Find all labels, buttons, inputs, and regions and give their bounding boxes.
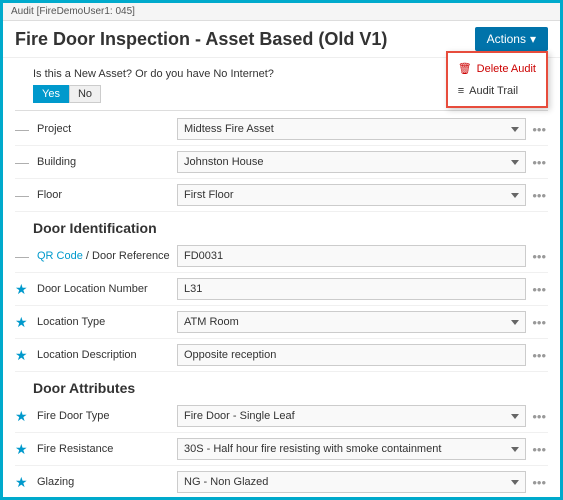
top-bar: Audit [FireDemoUser1: 045] bbox=[3, 3, 560, 21]
fire-resistance-label: Fire Resistance bbox=[33, 443, 173, 455]
building-row: — Building Johnston House ••• bbox=[15, 146, 548, 179]
location-desc-input[interactable] bbox=[177, 344, 526, 366]
fire-resistance-value: 30S - Half hour fire resisting with smok… bbox=[177, 438, 526, 460]
trash-icon: 🗑 bbox=[458, 62, 472, 75]
door-location-input[interactable] bbox=[177, 278, 526, 300]
building-select[interactable]: Johnston House bbox=[177, 151, 526, 173]
location-type-menu[interactable]: ••• bbox=[530, 315, 548, 330]
actions-wrapper: Actions ▾ 🗑 Delete Audit ≡ Audit Trail ← bbox=[475, 27, 548, 51]
location-type-row: ★ Location Type ATM Room ••• bbox=[15, 306, 548, 339]
audit-label: Audit [FireDemoUser1: 045] bbox=[11, 6, 135, 17]
fire-door-type-row: ★ Fire Door Type Fire Door - Single Leaf… bbox=[15, 400, 548, 433]
qrcode-row: — QR Code / Door Reference ••• bbox=[15, 240, 548, 273]
new-asset-no[interactable]: No bbox=[69, 85, 101, 103]
actions-dropdown: 🗑 Delete Audit ≡ Audit Trail bbox=[446, 51, 548, 108]
qrcode-value bbox=[177, 245, 526, 267]
building-dash: — bbox=[15, 154, 29, 170]
fire-resistance-row: ★ Fire Resistance 30S - Half hour fire r… bbox=[15, 433, 548, 466]
location-desc-row: ★ Location Description ••• bbox=[15, 339, 548, 372]
actions-button[interactable]: Actions ▾ 🗑 Delete Audit ≡ Audit Trail bbox=[475, 27, 548, 51]
section-door-attributes: Door Attributes bbox=[15, 372, 548, 400]
floor-value: First Floor bbox=[177, 184, 526, 206]
building-value: Johnston House bbox=[177, 151, 526, 173]
list-icon: ≡ bbox=[458, 85, 464, 97]
floor-label: Floor bbox=[33, 189, 173, 201]
audit-trail-label: Audit Trail bbox=[469, 85, 518, 97]
new-asset-yes[interactable]: Yes bbox=[33, 85, 69, 103]
location-type-select[interactable]: ATM Room bbox=[177, 311, 526, 333]
glazing-select[interactable]: NG - Non Glazed bbox=[177, 471, 526, 493]
project-row: — Project Midtess Fire Asset ••• bbox=[15, 113, 548, 146]
fire-resistance-select[interactable]: 30S - Half hour fire resisting with smok… bbox=[177, 438, 526, 460]
door-location-label: Door Location Number bbox=[33, 283, 173, 295]
floor-menu[interactable]: ••• bbox=[530, 188, 548, 203]
glazing-star: ★ bbox=[15, 474, 29, 491]
door-location-value bbox=[177, 278, 526, 300]
page-title: Fire Door Inspection - Asset Based (Old … bbox=[15, 29, 387, 50]
delete-label: Delete Audit bbox=[477, 63, 536, 75]
actions-label: Actions bbox=[487, 32, 526, 46]
door-location-menu[interactable]: ••• bbox=[530, 282, 548, 297]
delete-audit-item[interactable]: 🗑 Delete Audit bbox=[448, 57, 546, 80]
project-select[interactable]: Midtess Fire Asset bbox=[177, 118, 526, 140]
project-dash: — bbox=[15, 121, 29, 137]
building-menu[interactable]: ••• bbox=[530, 155, 548, 170]
fire-resistance-star: ★ bbox=[15, 441, 29, 458]
section-door-identification: Door Identification bbox=[15, 212, 548, 240]
fire-resistance-menu[interactable]: ••• bbox=[530, 442, 548, 457]
location-desc-star: ★ bbox=[15, 347, 29, 364]
floor-dash: — bbox=[15, 187, 29, 203]
project-menu[interactable]: ••• bbox=[530, 122, 548, 137]
floor-select[interactable]: First Floor bbox=[177, 184, 526, 206]
glazing-row: ★ Glazing NG - Non Glazed ••• bbox=[15, 466, 548, 497]
door-location-star: ★ bbox=[15, 281, 29, 298]
location-type-value: ATM Room bbox=[177, 311, 526, 333]
fire-door-type-value: Fire Door - Single Leaf bbox=[177, 405, 526, 427]
fire-door-type-menu[interactable]: ••• bbox=[530, 409, 548, 424]
glazing-label: Glazing bbox=[33, 476, 173, 488]
location-type-star: ★ bbox=[15, 314, 29, 331]
qrcode-menu[interactable]: ••• bbox=[530, 249, 548, 264]
main-content: Is this a New Asset? Or do you have No I… bbox=[3, 58, 560, 497]
qrcode-dash: — bbox=[15, 248, 29, 264]
building-label: Building bbox=[33, 156, 173, 168]
location-desc-value bbox=[177, 344, 526, 366]
location-desc-label: Location Description bbox=[33, 349, 173, 361]
fire-door-type-label: Fire Door Type bbox=[33, 410, 173, 422]
qrcode-label: QR Code / Door Reference bbox=[33, 250, 173, 262]
fire-door-type-star: ★ bbox=[15, 408, 29, 425]
location-type-label: Location Type bbox=[33, 316, 173, 328]
floor-row: — Floor First Floor ••• bbox=[15, 179, 548, 212]
door-location-row: ★ Door Location Number ••• bbox=[15, 273, 548, 306]
audit-trail-item[interactable]: ≡ Audit Trail bbox=[448, 80, 546, 102]
chevron-down-icon: ▾ bbox=[530, 32, 536, 46]
qrcode-input[interactable] bbox=[177, 245, 526, 267]
location-desc-menu[interactable]: ••• bbox=[530, 348, 548, 363]
project-value: Midtess Fire Asset bbox=[177, 118, 526, 140]
fire-door-type-select[interactable]: Fire Door - Single Leaf bbox=[177, 405, 526, 427]
project-label: Project bbox=[33, 123, 173, 135]
header: Fire Door Inspection - Asset Based (Old … bbox=[3, 21, 560, 58]
glazing-value: NG - Non Glazed bbox=[177, 471, 526, 493]
glazing-menu[interactable]: ••• bbox=[530, 475, 548, 490]
